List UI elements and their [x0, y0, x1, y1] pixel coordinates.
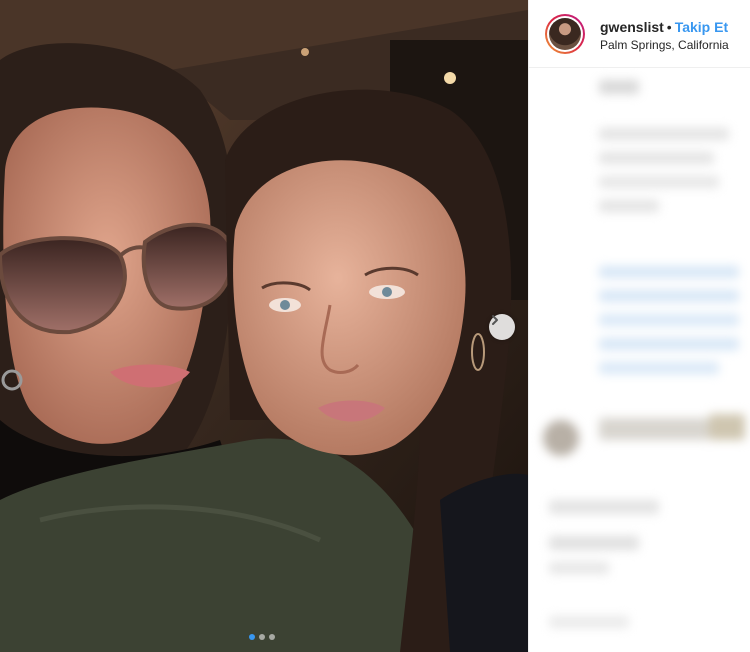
- avatar-image: [549, 18, 581, 50]
- follow-button[interactable]: Takip Et: [675, 19, 728, 35]
- blurred-comments-area: [529, 68, 750, 652]
- post-side-panel: gwenslist • Takip Et Palm Springs, Califor…: [528, 0, 750, 652]
- chevron-right-icon: [492, 315, 498, 325]
- carousel-dot: [259, 634, 265, 640]
- separator-dot: •: [666, 19, 672, 35]
- photo-image: [0, 0, 528, 652]
- post-header: gwenslist • Takip Et Palm Springs, Califor…: [529, 0, 750, 68]
- username-link[interactable]: gwenslist: [600, 19, 664, 35]
- carousel-dot: [269, 634, 275, 640]
- user-line: gwenslist • Takip Et: [600, 19, 728, 35]
- carousel-indicator: [249, 634, 275, 640]
- avatar[interactable]: [545, 14, 585, 54]
- location-link[interactable]: Palm Springs, California: [600, 38, 729, 52]
- carousel-next-button[interactable]: [489, 314, 515, 340]
- carousel-dot: [249, 634, 255, 640]
- avatar-ring: [547, 16, 583, 52]
- post-photo[interactable]: [0, 0, 528, 652]
